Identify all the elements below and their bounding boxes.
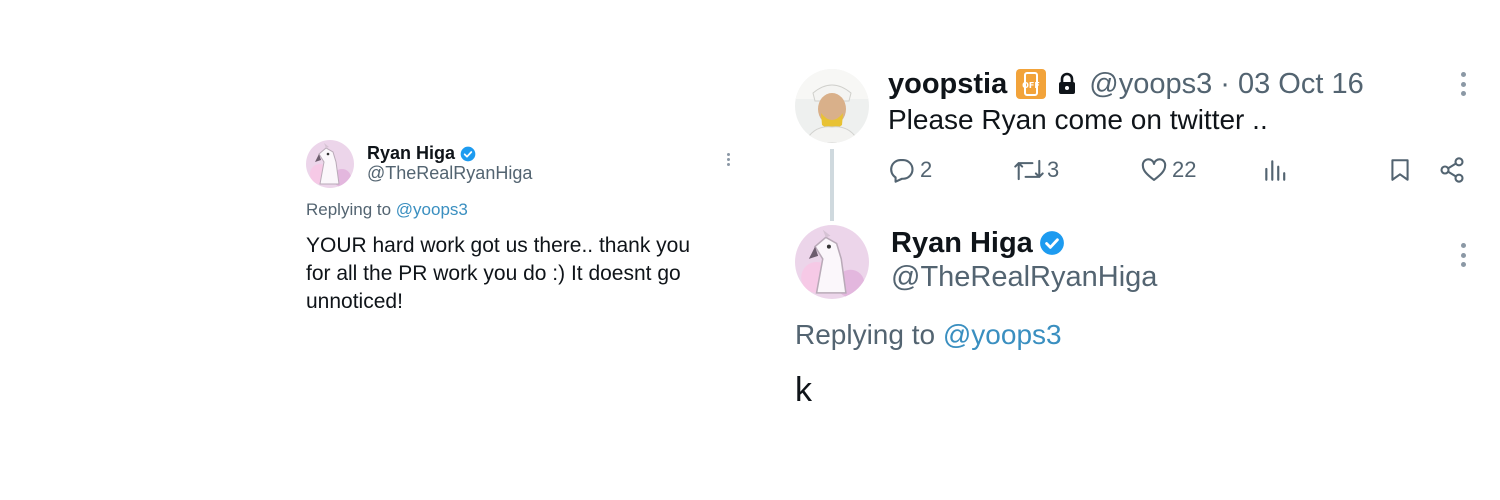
- reply-tweet-text: k: [795, 371, 812, 409]
- reply-button[interactable]: 2: [888, 154, 932, 186]
- verified-badge-icon: [460, 146, 476, 162]
- avatar-yoopstia[interactable]: [795, 69, 869, 143]
- views-button[interactable]: [1262, 156, 1288, 184]
- reply-count: 2: [920, 157, 933, 182]
- parent-header: yoopstia OFF @yoops3 · 03 Oct 16: [888, 66, 1364, 102]
- retweet-count: 3: [1047, 157, 1060, 182]
- more-options-icon[interactable]: [726, 153, 730, 166]
- retweet-button[interactable]: 3: [1013, 154, 1059, 186]
- tweet-text: YOUR hard work got us there.. thank you …: [306, 234, 691, 313]
- like-count: 22: [1172, 157, 1197, 182]
- avatar-ryan-higa[interactable]: [306, 140, 354, 188]
- author-name[interactable]: Ryan Higa: [367, 143, 455, 163]
- views-chart-icon: [1265, 160, 1286, 181]
- reply-replying-prefix: Replying to: [795, 319, 936, 350]
- reply-replying-to-link[interactable]: @yoops3: [943, 319, 1062, 350]
- person-avatar-icon: [795, 69, 869, 143]
- reply-author-name[interactable]: Ryan Higa: [891, 226, 1033, 260]
- author-name-row: Ryan Higa: [367, 143, 476, 163]
- verified-badge-icon: [1039, 231, 1064, 255]
- parent-author-name[interactable]: yoopstia: [888, 68, 1007, 101]
- unicorn-avatar-icon: [795, 225, 869, 299]
- author-handle[interactable]: @TheRealRyanHiga: [367, 163, 532, 183]
- retweet-icon: [1014, 159, 1044, 181]
- replying-prefix: Replying to: [306, 200, 392, 219]
- heart-icon: [1141, 158, 1167, 181]
- unicorn-avatar-icon: [306, 140, 354, 188]
- reply-author-name-row: Ryan Higa: [891, 226, 1065, 260]
- reply-more-options-icon[interactable]: [1461, 243, 1466, 267]
- avatar-ryan-higa-large[interactable]: [795, 225, 869, 299]
- share-button[interactable]: [1438, 156, 1466, 184]
- parent-more-options-icon[interactable]: [1461, 72, 1466, 96]
- reply-author-handle[interactable]: @TheRealRyanHiga: [891, 260, 1157, 294]
- lock-icon: [1057, 72, 1077, 96]
- reply-replying-to-line: Replying to @yoops3: [795, 318, 1062, 352]
- off-phone-emoji-icon: OFF: [1015, 68, 1047, 100]
- svg-text:OFF: OFF: [1022, 81, 1040, 90]
- replying-to-line: Replying to @yoops3: [306, 200, 468, 220]
- replying-to-link[interactable]: @yoops3: [396, 200, 468, 219]
- thread-connector-line: [830, 149, 834, 221]
- like-button[interactable]: 22: [1140, 154, 1196, 186]
- parent-handle-date[interactable]: @yoops3 · 03 Oct 16: [1089, 68, 1363, 101]
- parent-tweet-text: Please Ryan come on twitter ..: [888, 104, 1268, 135]
- share-icon: [1440, 157, 1464, 183]
- reply-icon: [890, 159, 914, 183]
- bookmark-icon: [1391, 159, 1409, 181]
- bookmark-button[interactable]: [1387, 156, 1413, 184]
